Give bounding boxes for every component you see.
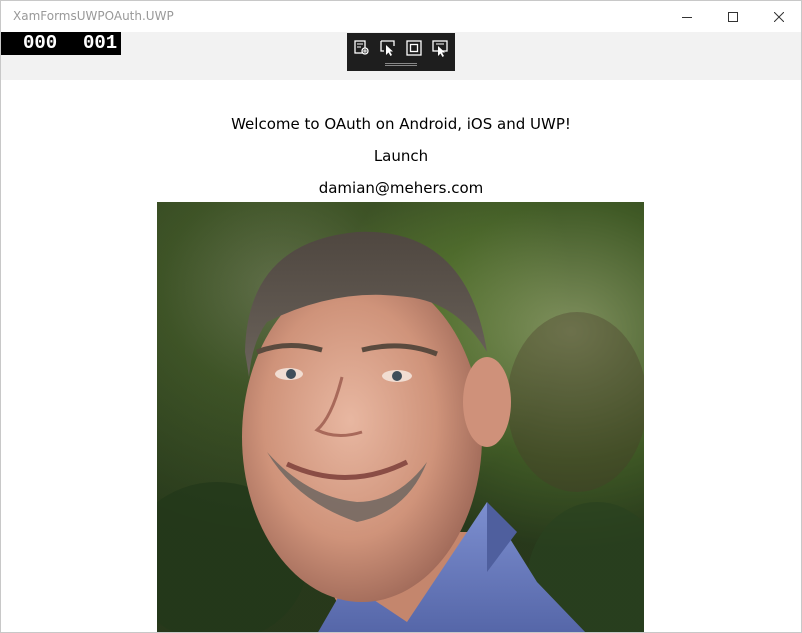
profile-photo [157, 202, 644, 632]
welcome-label: Welcome to OAuth on Android, iOS and UWP… [231, 115, 571, 133]
launch-button[interactable]: Launch [1, 147, 801, 165]
debug-strip: 000 001 [1, 32, 801, 80]
display-layout-adorners-button[interactable] [403, 38, 425, 58]
frame-counter-left: 000 [23, 32, 58, 54]
minimize-icon [682, 16, 692, 18]
app-window: XamFormsUWPOAuth.UWP 000 001 Welcome to … [0, 0, 802, 633]
in-app-debug-toolbar [347, 33, 455, 71]
display-layout-adorners-icon [406, 40, 422, 56]
title-bar[interactable]: XamFormsUWPOAuth.UWP [1, 1, 801, 32]
frame-counter-right: 001 [83, 32, 118, 54]
live-visual-tree-icon [354, 40, 369, 55]
frame-rate-counter: 000 001 [1, 32, 121, 55]
minimize-button[interactable] [664, 1, 710, 32]
user-email-label: damian@mehers.com [318, 179, 484, 197]
select-element-icon [380, 40, 395, 56]
toolbar-grip[interactable] [385, 63, 417, 66]
maximize-icon [728, 11, 738, 22]
profile-photo-image [157, 202, 644, 632]
close-icon [774, 11, 784, 22]
live-visual-tree-button[interactable] [351, 38, 373, 58]
select-element-button[interactable] [377, 38, 399, 58]
app-title: XamFormsUWPOAuth.UWP [13, 9, 174, 23]
track-focus-icon [432, 40, 448, 57]
close-button[interactable] [756, 1, 801, 32]
track-focus-button[interactable] [429, 38, 451, 58]
maximize-button[interactable] [710, 1, 756, 32]
